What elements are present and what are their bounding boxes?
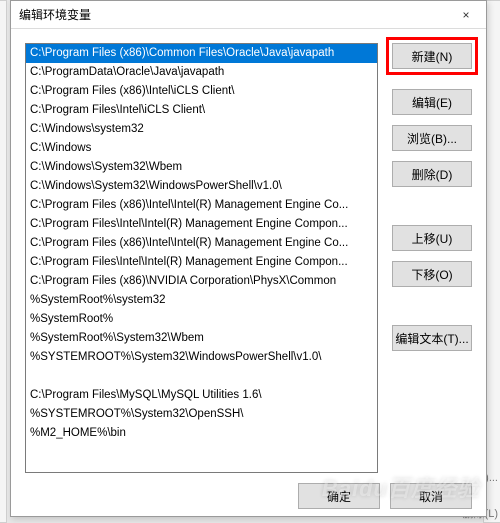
move-down-button[interactable]: 下移(O) xyxy=(392,261,472,287)
list-item[interactable]: C:\Program Files\Intel\Intel(R) Manageme… xyxy=(26,253,377,272)
side-button-column: 新建(N) 编辑(E) 浏览(B)... 删除(D) 上移(U) 下移(O) 编… xyxy=(392,43,472,473)
spacer xyxy=(392,297,472,315)
cancel-button[interactable]: 取消 xyxy=(390,483,472,509)
main-row: C:\Program Files (x86)\Common Files\Orac… xyxy=(25,43,472,473)
bottom-button-row: 确定 取消 xyxy=(25,473,472,509)
list-item[interactable]: %SystemRoot%\System32\Wbem xyxy=(26,329,377,348)
move-up-button[interactable]: 上移(U) xyxy=(392,225,472,251)
new-button[interactable]: 新建(N) xyxy=(392,43,472,69)
path-listbox[interactable]: C:\Program Files (x86)\Common Files\Orac… xyxy=(25,43,378,473)
close-icon: × xyxy=(462,8,469,22)
dialog-title: 编辑环境变量 xyxy=(11,6,446,23)
list-item[interactable]: C:\Program Files\Intel\iCLS Client\ xyxy=(26,101,377,120)
edit-text-button[interactable]: 编辑文本(T)... xyxy=(392,325,472,351)
list-item[interactable]: C:\Program Files (x86)\Intel\Intel(R) Ma… xyxy=(26,196,377,215)
list-item[interactable]: C:\Program Files\Intel\Intel(R) Manageme… xyxy=(26,215,377,234)
list-item[interactable]: C:\Windows xyxy=(26,139,377,158)
spacer xyxy=(392,197,472,215)
list-item[interactable]: %M2_HOME%\bin xyxy=(26,424,377,443)
new-button-highlight: 新建(N) xyxy=(386,37,478,75)
list-item[interactable]: C:\Windows\System32\Wbem xyxy=(26,158,377,177)
delete-button[interactable]: 删除(D) xyxy=(392,161,472,187)
list-item[interactable]: %SystemRoot% xyxy=(26,310,377,329)
list-item[interactable]: %SYSTEMROOT%\System32\WindowsPowerShell\… xyxy=(26,348,377,367)
list-item[interactable]: C:\Windows\System32\WindowsPowerShell\v1… xyxy=(26,177,377,196)
list-item[interactable]: C:\Program Files (x86)\Common Files\Orac… xyxy=(26,44,377,63)
titlebar: 编辑环境变量 × xyxy=(11,1,486,29)
list-item[interactable]: %SYSTEMROOT%\System32\OpenSSH\ xyxy=(26,405,377,424)
dialog-body: C:\Program Files (x86)\Common Files\Orac… xyxy=(11,29,486,519)
list-item[interactable]: C:\Program Files (x86)\Intel\Intel(R) Ma… xyxy=(26,234,377,253)
list-item[interactable] xyxy=(26,367,377,386)
browse-button[interactable]: 浏览(B)... xyxy=(392,125,472,151)
list-item[interactable]: C:\ProgramData\Oracle\Java\javapath xyxy=(26,63,377,82)
list-item[interactable]: C:\Windows\system32 xyxy=(26,120,377,139)
list-item[interactable]: C:\Program Files (x86)\NVIDIA Corporatio… xyxy=(26,272,377,291)
ok-button[interactable]: 确定 xyxy=(298,483,380,509)
list-item[interactable]: %SystemRoot%\system32 xyxy=(26,291,377,310)
list-item[interactable]: C:\Program Files (x86)\Intel\iCLS Client… xyxy=(26,82,377,101)
close-button[interactable]: × xyxy=(446,1,486,28)
edit-env-var-dialog: 编辑环境变量 × C:\Program Files (x86)\Common F… xyxy=(10,0,487,517)
edit-button[interactable]: 编辑(E) xyxy=(392,89,472,115)
list-item[interactable]: C:\Program Files\MySQL\MySQL Utilities 1… xyxy=(26,386,377,405)
background-panel-left xyxy=(0,0,7,523)
